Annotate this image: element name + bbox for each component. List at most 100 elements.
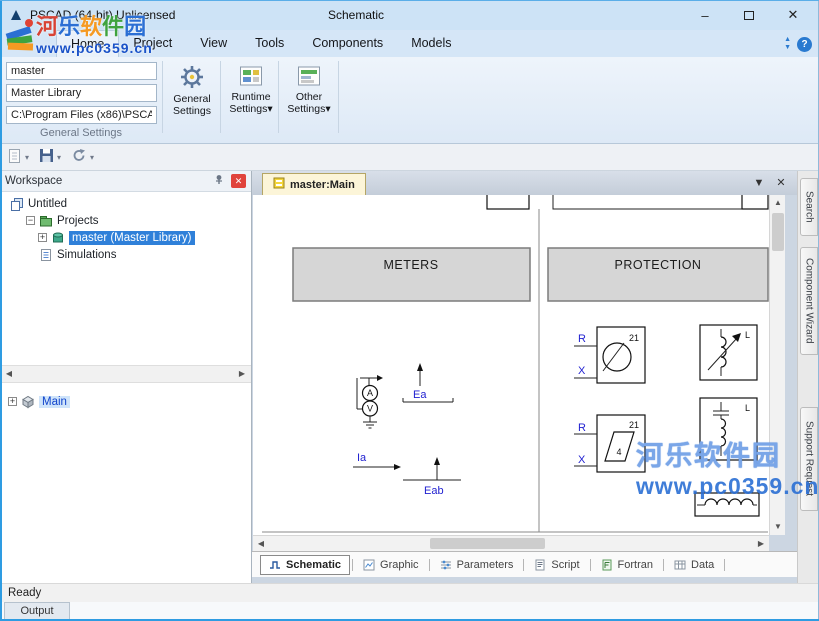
output-bar: Output — [0, 602, 819, 621]
window-controls: – ✕ — [683, 0, 815, 30]
other-settings-button[interactable]: Other Settings▾ — [282, 60, 336, 139]
save-icon[interactable] — [39, 148, 54, 166]
project-name-field[interactable] — [6, 62, 157, 80]
coil-component — [695, 493, 759, 516]
expand-expander-icon[interactable]: + — [8, 397, 17, 406]
new-page-icon[interactable] — [7, 148, 22, 167]
side-tab-support-request[interactable]: Support Request — [800, 407, 818, 511]
minimize-icon: – — [701, 8, 708, 23]
view-tab-data[interactable]: Data — [666, 555, 722, 575]
general-settings-button[interactable]: General Settings — [165, 60, 219, 139]
view-tab-schematic[interactable]: Schematic — [260, 555, 350, 575]
collapse-expander-icon[interactable]: − — [26, 216, 35, 225]
library-icon — [51, 231, 65, 245]
schematic-drawing: METERS PROTECTION A V — [253, 195, 769, 535]
svg-text:Eab: Eab — [424, 485, 444, 497]
tree-item-label-selected: master (Master Library) — [69, 231, 195, 245]
tree-item-projects[interactable]: − Projects — [0, 212, 251, 229]
schematic-view-icon — [269, 559, 281, 571]
output-tab[interactable]: Output — [4, 602, 70, 621]
svg-text:L: L — [745, 330, 750, 340]
other-settings-label-2: Settings▾ — [287, 103, 330, 115]
scroll-down-icon[interactable]: ▼ — [770, 519, 786, 535]
scroll-up-icon[interactable]: ▲ — [770, 195, 786, 211]
group-separator — [338, 61, 339, 133]
workspace-title: Workspace — [5, 175, 213, 187]
view-tab-label: Schematic — [286, 559, 341, 571]
lc-component: L — [700, 398, 757, 460]
ribbon-body: General Settings General Settings — [0, 57, 819, 144]
caret-down-icon[interactable]: ▾ — [57, 153, 61, 162]
view-tab-parameters[interactable]: Parameters — [432, 555, 522, 575]
caret-down-icon[interactable]: ▾ — [90, 153, 94, 162]
project-description-field[interactable] — [6, 84, 157, 102]
tab-separator — [663, 559, 664, 571]
ribbon-tab-project[interactable]: Project — [119, 30, 186, 57]
side-tab-component-wizard[interactable]: Component Wizard — [800, 247, 818, 355]
document-tab-strip: master:Main ▼ ✕ — [252, 171, 797, 195]
ribbon-tab-models[interactable]: Models — [397, 30, 465, 57]
svg-text:21: 21 — [629, 420, 639, 430]
view-tab-graphic[interactable]: Graphic — [355, 555, 427, 575]
help-button[interactable]: ? — [797, 37, 812, 52]
svg-text:21: 21 — [629, 333, 639, 343]
caret-down-icon[interactable]: ▾ — [25, 153, 29, 162]
group-separator — [162, 61, 163, 133]
canvas-vertical-scrollbar[interactable]: ▲ ▼ — [769, 195, 785, 535]
tree-item-untitled[interactable]: Untitled — [0, 195, 251, 212]
document-tab-master-main[interactable]: master:Main — [262, 173, 366, 195]
projects-folder-icon — [39, 214, 53, 228]
svg-text:Ia: Ia — [357, 452, 367, 464]
workspace-horizontal-scrollbar[interactable]: ◀ ▶ — [0, 365, 251, 383]
maximize-button[interactable] — [727, 0, 771, 30]
horizontal-scroll-thumb[interactable] — [430, 538, 545, 549]
document-close-icon[interactable]: ✕ — [773, 175, 789, 191]
runtime-settings-button[interactable]: Runtime Settings▾ — [224, 60, 278, 139]
scroll-left-icon[interactable]: ◀ — [253, 536, 269, 552]
side-tab-search[interactable]: Search — [800, 178, 818, 236]
svg-text:L: L — [745, 403, 750, 413]
ribbon-tab-home[interactable]: Home — [56, 30, 119, 57]
tree-item-main[interactable]: + Main — [0, 393, 70, 410]
svg-text:Ea: Ea — [413, 389, 427, 401]
scroll-right-icon[interactable]: ▶ — [753, 536, 769, 552]
tree-item-simulations[interactable]: Simulations — [0, 246, 251, 263]
ribbon-tab-bar: Home Project View Tools Components Model… — [0, 30, 819, 57]
meters-section-header: METERS — [293, 248, 530, 301]
tab-list-caret-icon[interactable]: ▼ — [751, 175, 767, 191]
runtime-settings-icon — [239, 64, 263, 91]
document-tab-label: master:Main — [290, 179, 355, 191]
ia-signal: Ia — [353, 452, 401, 470]
workspace-root-icon — [10, 197, 24, 211]
refresh-icon[interactable] — [71, 148, 87, 166]
canvas-horizontal-scrollbar[interactable]: ◀ ▶ — [253, 535, 769, 551]
schematic-canvas[interactable]: METERS PROTECTION A V — [253, 195, 769, 535]
close-button[interactable]: ✕ — [771, 0, 815, 30]
ribbon-tab-view[interactable]: View — [186, 30, 241, 57]
view-tab-label: Data — [691, 559, 714, 571]
minimize-button[interactable]: – — [683, 0, 727, 30]
workspace-header: Workspace ✕ — [0, 171, 251, 192]
vertical-scroll-thumb[interactable] — [772, 213, 784, 251]
svg-text:R: R — [578, 333, 586, 345]
pin-icon[interactable] — [213, 174, 225, 189]
svg-text:PROTECTION: PROTECTION — [615, 258, 702, 272]
scroll-right-icon[interactable]: ▶ — [234, 366, 250, 382]
ribbon-collapse-button[interactable]: ▲ ▼ — [784, 36, 791, 52]
expand-expander-icon[interactable]: + — [38, 233, 47, 242]
general-settings-label-1: General — [173, 93, 210, 105]
title-bar: PSCAD (64-bit) Unlicensed Schematic – ✕ — [0, 0, 819, 30]
window-title: PSCAD (64-bit) Unlicensed — [30, 0, 175, 30]
view-tab-fortran[interactable]: Fortran — [593, 555, 661, 575]
scroll-left-icon[interactable]: ◀ — [1, 366, 17, 382]
ribbon-tab-tools[interactable]: Tools — [241, 30, 298, 57]
tree-item-master[interactable]: + master (Master Library) — [0, 229, 251, 246]
project-path-field[interactable] — [6, 106, 157, 124]
tree-item-label: Untitled — [28, 198, 67, 210]
protection-section-header: PROTECTION — [548, 248, 768, 301]
runtime-settings-label-2: Settings▾ — [229, 103, 272, 115]
view-tab-script[interactable]: Script — [526, 555, 587, 575]
workspace-close-button[interactable]: ✕ — [231, 174, 246, 188]
ribbon-tab-components[interactable]: Components — [298, 30, 397, 57]
gear-icon — [179, 64, 205, 93]
